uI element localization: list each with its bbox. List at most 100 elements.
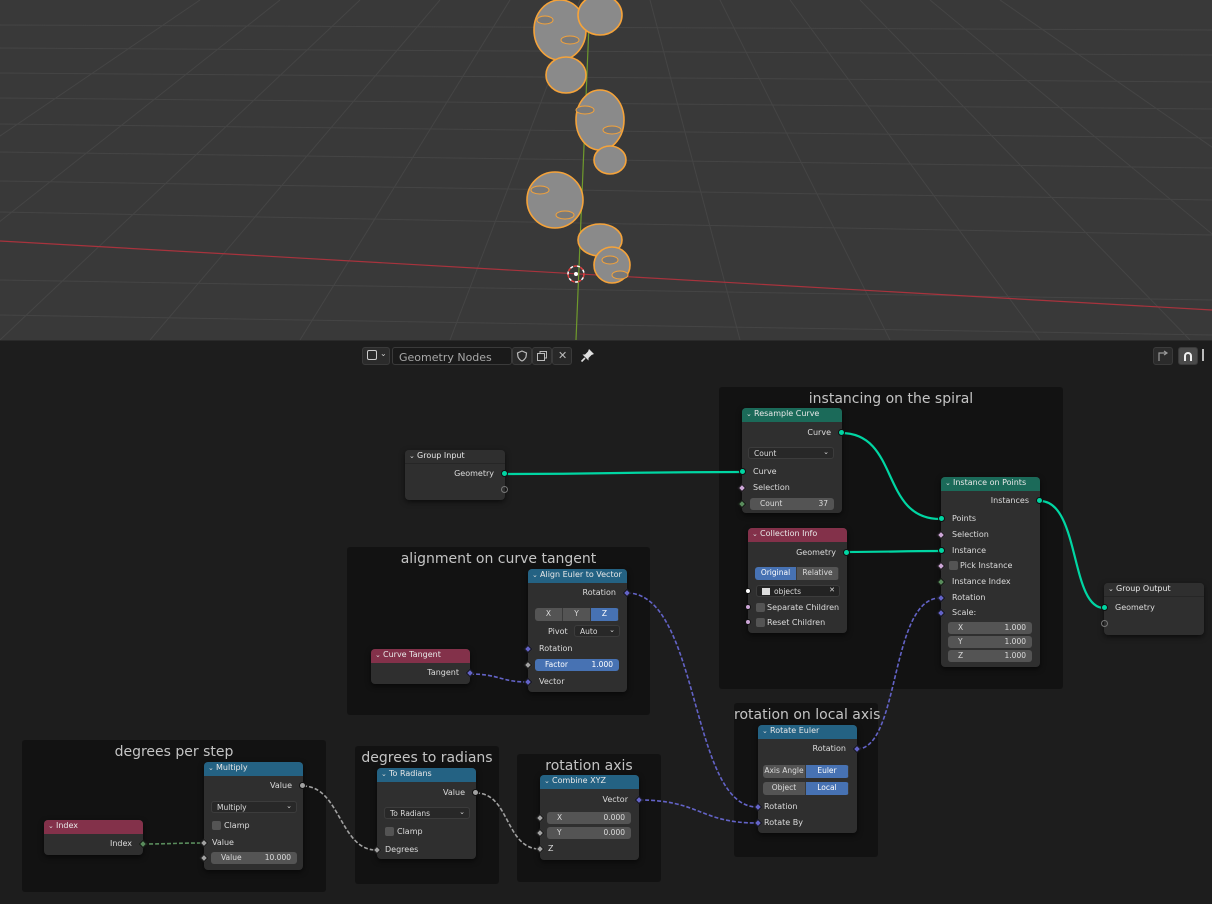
3d-viewport[interactable] xyxy=(0,0,1212,340)
node-combine-xyz[interactable]: ⌄ Combine XYZ Vector X 0.000 Y 0.000 Z xyxy=(535,775,644,860)
scale-x-field[interactable]: X 1.000 xyxy=(948,622,1032,634)
local-option[interactable]: Local xyxy=(806,782,849,795)
chevron-down-icon: ⌄ xyxy=(409,452,415,460)
input-socket[interactable] xyxy=(739,468,746,475)
node-multiply[interactable]: ⌄ Multiply Value Multiply ⌄ Clamp Value Va… xyxy=(199,762,306,870)
axis-x-option[interactable]: X xyxy=(535,608,563,621)
operation-dropdown[interactable]: To Radians ⌄ xyxy=(384,807,470,819)
snap-toggle[interactable] xyxy=(1178,347,1198,365)
magnet-icon xyxy=(1184,352,1192,361)
output-socket[interactable] xyxy=(299,782,306,789)
node-header[interactable]: ⌄ Collection Info xyxy=(748,528,847,542)
close-icon[interactable]: ✕ xyxy=(829,586,835,594)
output-socket[interactable] xyxy=(501,470,508,477)
pivot-dropdown[interactable]: Auto ⌄ xyxy=(574,625,620,637)
value-field[interactable]: Value 10.000 xyxy=(211,852,297,864)
field-value: 1.000 xyxy=(1004,651,1026,660)
y-field[interactable]: Y 0.000 xyxy=(547,827,631,839)
node-header[interactable]: ⌄ Index xyxy=(44,820,143,834)
scale-y-field[interactable]: Y 1.000 xyxy=(948,636,1032,648)
node-title: Curve Tangent xyxy=(383,650,441,659)
input-socket[interactable] xyxy=(745,619,751,625)
node-title: Multiply xyxy=(216,763,248,772)
input-socket[interactable] xyxy=(745,588,751,594)
input-socket[interactable] xyxy=(1101,620,1108,627)
editor-type-button[interactable]: ⌄ xyxy=(362,347,390,365)
viewport-grid xyxy=(0,0,1212,340)
original-option[interactable]: Original xyxy=(755,567,797,580)
field-label: Y xyxy=(958,637,963,646)
socket-label: Z xyxy=(548,844,554,853)
axis-toggle[interactable]: XYZ xyxy=(535,608,619,621)
node-instance-on-points[interactable]: ⌄ Instance on Points Instances Points Sel… xyxy=(936,477,1043,667)
node-editor-header: ⌄ Geometry Nodes ✕ xyxy=(0,340,1212,368)
axis-y-option[interactable]: Y xyxy=(563,608,591,621)
node-resample-curve[interactable]: ⌄ Resample Curve Curve Count ⌄ Curve Selec… xyxy=(737,408,845,513)
node-header[interactable]: ⌄ Group Output xyxy=(1104,583,1204,597)
output-socket[interactable] xyxy=(843,549,850,556)
node-header[interactable]: ⌄ Multiply xyxy=(204,762,303,776)
field-label: Pivot xyxy=(548,627,568,636)
node-group-output[interactable]: ⌄ Group Output Geometry xyxy=(1101,583,1204,635)
transform-space-toggle[interactable]: Original Relative xyxy=(755,567,839,580)
checkbox[interactable] xyxy=(949,561,958,570)
field-value: 10.000 xyxy=(264,853,291,862)
parent-node-tree-button[interactable] xyxy=(1153,347,1173,365)
node-header[interactable]: ⌄ Combine XYZ xyxy=(540,775,639,789)
input-socket[interactable] xyxy=(1101,604,1108,611)
node-group-input[interactable]: ⌄ Group Input Geometry xyxy=(405,450,508,500)
node-tree-name-field[interactable]: Geometry Nodes xyxy=(392,347,512,365)
input-socket[interactable] xyxy=(745,604,751,610)
output-socket[interactable] xyxy=(472,789,479,796)
socket-label: Vector xyxy=(602,795,629,804)
output-socket[interactable] xyxy=(1036,497,1043,504)
node-collection-info[interactable]: ⌄ Collection Info Geometry Original Relati… xyxy=(745,528,850,633)
checkbox[interactable] xyxy=(212,821,221,830)
operation-dropdown[interactable]: Multiply ⌄ xyxy=(211,801,297,813)
pin-icon[interactable] xyxy=(580,347,596,363)
axis-angle-option[interactable]: Axis Angle xyxy=(763,765,806,778)
mode-dropdown[interactable]: Count ⌄ xyxy=(748,447,834,459)
checkbox[interactable] xyxy=(756,618,765,627)
object-option[interactable]: Object xyxy=(763,782,806,795)
node-rotate-euler[interactable]: ⌄ Rotate Euler Rotation Axis Angle Euler O… xyxy=(753,725,862,833)
fake-user-button[interactable] xyxy=(512,347,532,365)
count-field[interactable]: Count 37 xyxy=(750,498,834,510)
checkbox[interactable] xyxy=(756,603,765,612)
node-header[interactable]: ⌄ Group Input xyxy=(405,450,505,464)
node-header[interactable]: ⌄ Resample Curve xyxy=(742,408,842,422)
field-value: 0.000 xyxy=(603,828,625,837)
node-header[interactable]: ⌄ To Radians xyxy=(377,768,476,782)
node-curve-tangent[interactable]: ⌄ Curve Tangent Tangent xyxy=(371,649,475,684)
collection-field[interactable]: objects ✕ xyxy=(756,585,840,597)
euler-option[interactable]: Euler xyxy=(806,765,849,778)
node-header[interactable]: ⌄ Curve Tangent xyxy=(371,649,470,663)
node-align-euler-to-vector[interactable]: ⌄ Align Euler to Vector Rotation XYZ Pivo… xyxy=(523,569,632,692)
field-value: 1.000 xyxy=(1004,637,1026,646)
factor-field[interactable]: Factor 1.000 xyxy=(535,659,619,671)
rotation-type-toggle[interactable]: Axis Angle Euler xyxy=(763,765,849,778)
snap-options-icon[interactable] xyxy=(1202,349,1212,361)
axis-z-option[interactable]: Z xyxy=(591,608,619,621)
field-label: X xyxy=(958,623,964,632)
checkbox[interactable] xyxy=(385,827,394,836)
node-to-radians[interactable]: ⌄ To Radians Value To Radians ⌄ Clamp Degr… xyxy=(372,768,479,859)
unlink-button[interactable]: ✕ xyxy=(552,347,572,365)
input-socket[interactable] xyxy=(938,547,945,554)
x-field[interactable]: X 0.000 xyxy=(547,812,631,824)
space-toggle[interactable]: Object Local xyxy=(763,782,849,795)
scale-z-field[interactable]: Z 1.000 xyxy=(948,650,1032,662)
node-index[interactable]: ⌄ Index Index xyxy=(44,820,148,855)
field-value: 1.000 xyxy=(1004,623,1026,632)
input-socket[interactable] xyxy=(938,515,945,522)
node-header[interactable]: ⌄ Rotate Euler xyxy=(758,725,857,739)
relative-option[interactable]: Relative xyxy=(797,567,839,580)
output-socket[interactable] xyxy=(838,429,845,436)
output-socket[interactable] xyxy=(501,486,508,493)
node-header[interactable]: ⌄ Align Euler to Vector xyxy=(528,569,627,583)
node-title: Rotate Euler xyxy=(770,726,820,735)
socket-label: Vector xyxy=(539,677,565,686)
node-header[interactable]: ⌄ Instance on Points xyxy=(941,477,1040,491)
duplicate-button[interactable] xyxy=(532,347,552,365)
node-editor-canvas[interactable]: instancing on the spiral alignment on cu… xyxy=(0,368,1212,904)
